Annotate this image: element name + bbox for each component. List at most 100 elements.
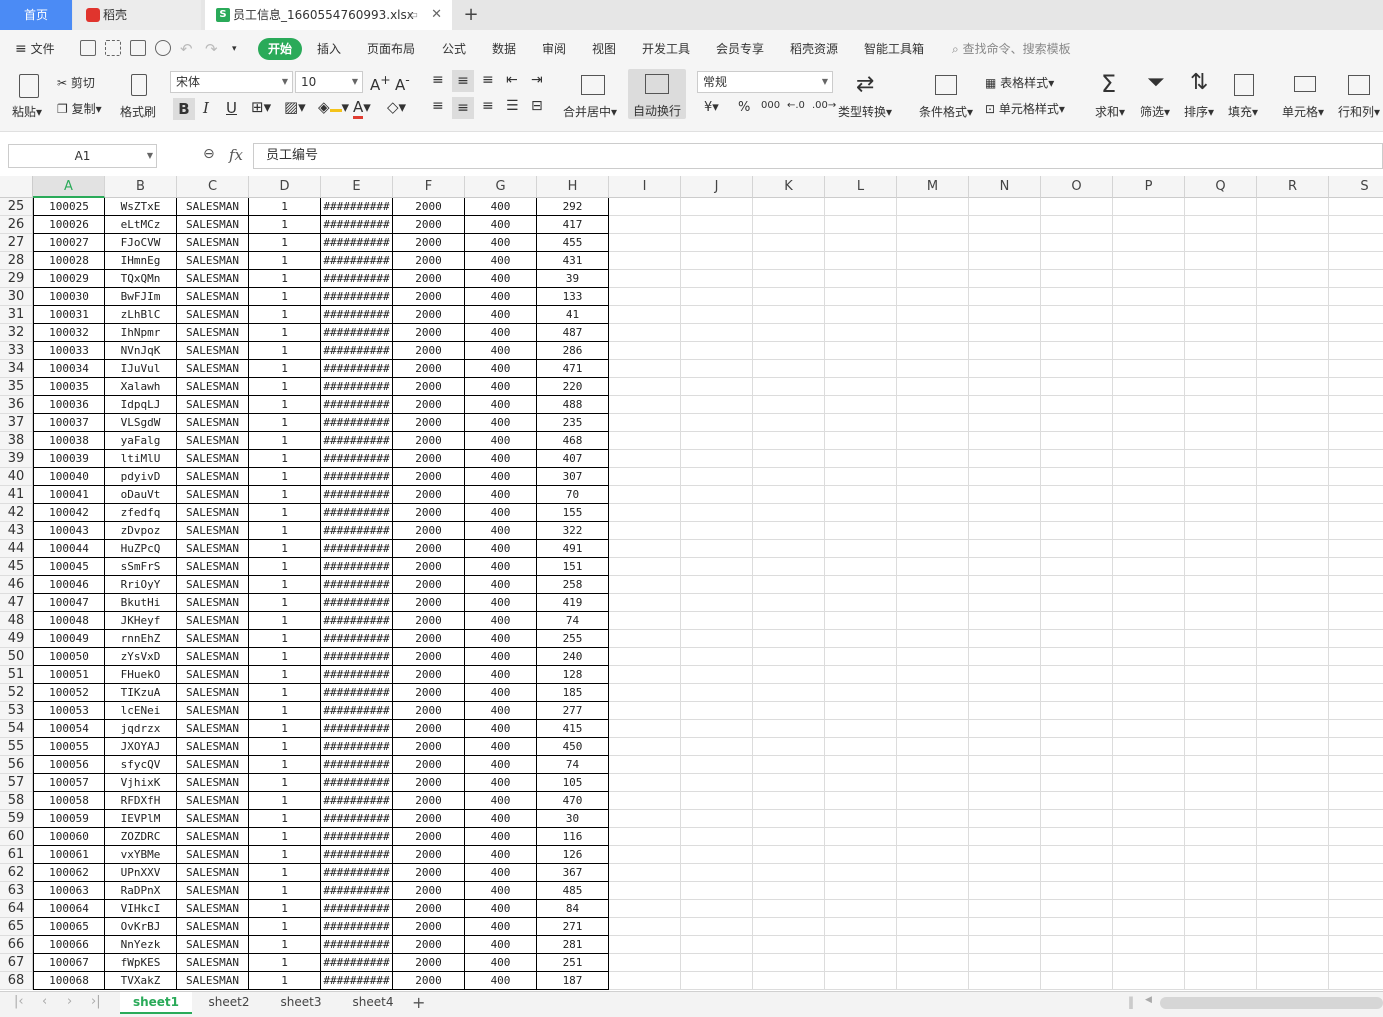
table-cell[interactable]: SALESMAN xyxy=(177,684,249,702)
table-cell[interactable]: ########## xyxy=(321,306,393,324)
column-header-k[interactable]: K xyxy=(753,176,825,198)
empty-cell[interactable] xyxy=(753,450,825,468)
empty-cell[interactable] xyxy=(1113,918,1185,936)
table-cell[interactable]: 400 xyxy=(465,864,537,882)
table-cell[interactable]: 400 xyxy=(465,234,537,252)
split-handle-icon[interactable]: ‖ xyxy=(1128,995,1134,1009)
empty-cell[interactable] xyxy=(1185,486,1257,504)
row-header[interactable]: 35 xyxy=(0,378,33,396)
empty-cell[interactable] xyxy=(897,360,969,378)
empty-cell[interactable] xyxy=(1257,378,1329,396)
table-cell[interactable]: SALESMAN xyxy=(177,252,249,270)
row-header[interactable]: 26 xyxy=(0,216,33,234)
table-cell[interactable]: 400 xyxy=(465,936,537,954)
table-cell[interactable]: TQxQMn xyxy=(105,270,177,288)
table-cell[interactable]: 2000 xyxy=(393,504,465,522)
empty-cell[interactable] xyxy=(1329,882,1383,900)
empty-cell[interactable] xyxy=(1329,918,1383,936)
empty-cell[interactable] xyxy=(969,954,1041,972)
empty-cell[interactable] xyxy=(825,288,897,306)
table-cell[interactable]: 2000 xyxy=(393,594,465,612)
table-cell[interactable]: 1 xyxy=(249,684,321,702)
empty-cell[interactable] xyxy=(1257,306,1329,324)
table-cell[interactable]: 100064 xyxy=(33,900,105,918)
empty-cell[interactable] xyxy=(753,882,825,900)
empty-cell[interactable] xyxy=(969,972,1041,990)
table-cell[interactable]: SALESMAN xyxy=(177,342,249,360)
table-cell[interactable]: 100063 xyxy=(33,882,105,900)
table-cell[interactable]: SALESMAN xyxy=(177,288,249,306)
empty-cell[interactable] xyxy=(969,522,1041,540)
empty-cell[interactable] xyxy=(609,450,681,468)
increase-font-icon[interactable]: A+ xyxy=(370,72,391,94)
empty-cell[interactable] xyxy=(969,684,1041,702)
cut-button[interactable]: ✂ 剪切 xyxy=(57,74,95,91)
table-cell[interactable]: 2000 xyxy=(393,702,465,720)
table-cell[interactable]: SALESMAN xyxy=(177,378,249,396)
empty-cell[interactable] xyxy=(1113,648,1185,666)
table-cell[interactable]: 100036 xyxy=(33,396,105,414)
table-cell[interactable]: 307 xyxy=(537,468,609,486)
empty-cell[interactable] xyxy=(897,306,969,324)
undo-icon[interactable]: ↶ xyxy=(180,39,193,59)
table-cell[interactable]: 2000 xyxy=(393,288,465,306)
empty-cell[interactable] xyxy=(1257,396,1329,414)
table-cell[interactable]: 400 xyxy=(465,306,537,324)
table-cell[interactable]: 2000 xyxy=(393,270,465,288)
empty-cell[interactable] xyxy=(753,594,825,612)
distributed-icon[interactable]: ⊟ xyxy=(531,98,543,114)
table-cell[interactable]: 491 xyxy=(537,540,609,558)
empty-cell[interactable] xyxy=(1329,558,1383,576)
table-cell[interactable]: 2000 xyxy=(393,612,465,630)
empty-cell[interactable] xyxy=(609,234,681,252)
empty-cell[interactable] xyxy=(609,342,681,360)
table-cell[interactable]: 2000 xyxy=(393,720,465,738)
table-cell[interactable]: 1 xyxy=(249,918,321,936)
empty-cell[interactable] xyxy=(1329,648,1383,666)
table-cell[interactable]: 470 xyxy=(537,792,609,810)
empty-cell[interactable] xyxy=(609,648,681,666)
table-cell[interactable]: 400 xyxy=(465,414,537,432)
empty-cell[interactable] xyxy=(1329,612,1383,630)
type-convert-button[interactable]: ⇄ 类型转换▾ xyxy=(838,70,898,122)
table-cell[interactable]: ########## xyxy=(321,594,393,612)
empty-cell[interactable] xyxy=(1113,666,1185,684)
empty-cell[interactable] xyxy=(1113,702,1185,720)
empty-cell[interactable] xyxy=(1185,774,1257,792)
empty-cell[interactable] xyxy=(969,756,1041,774)
table-cell[interactable]: 400 xyxy=(465,342,537,360)
empty-cell[interactable] xyxy=(1257,882,1329,900)
empty-cell[interactable] xyxy=(1185,612,1257,630)
table-cell[interactable]: 100037 xyxy=(33,414,105,432)
empty-cell[interactable] xyxy=(1185,198,1257,216)
table-cell[interactable]: 100062 xyxy=(33,864,105,882)
empty-cell[interactable] xyxy=(969,864,1041,882)
empty-cell[interactable] xyxy=(1041,702,1113,720)
empty-cell[interactable] xyxy=(897,648,969,666)
empty-cell[interactable] xyxy=(1185,810,1257,828)
empty-cell[interactable] xyxy=(897,216,969,234)
table-cell[interactable]: ########## xyxy=(321,900,393,918)
empty-cell[interactable] xyxy=(1041,936,1113,954)
table-cell[interactable]: 400 xyxy=(465,522,537,540)
table-cell[interactable]: 155 xyxy=(537,504,609,522)
empty-cell[interactable] xyxy=(1185,468,1257,486)
font-size-select[interactable]: 10 ▼ xyxy=(295,71,363,93)
empty-cell[interactable] xyxy=(609,630,681,648)
column-header-a[interactable]: A xyxy=(33,176,105,198)
table-cell[interactable]: ########## xyxy=(321,972,393,990)
empty-cell[interactable] xyxy=(1257,486,1329,504)
table-cell[interactable]: JXOYAJ xyxy=(105,738,177,756)
empty-cell[interactable] xyxy=(1257,702,1329,720)
row-header[interactable]: 30 xyxy=(0,288,33,306)
table-cell[interactable]: 400 xyxy=(465,198,537,216)
table-cell[interactable]: 2000 xyxy=(393,396,465,414)
align-bottom-icon[interactable]: ≡ xyxy=(482,72,494,88)
menu-view[interactable]: 视图 xyxy=(592,39,616,59)
table-cell[interactable]: 400 xyxy=(465,792,537,810)
tab-home[interactable]: 首页 xyxy=(0,0,72,30)
number-format-select[interactable]: 常规 ▼ xyxy=(697,71,833,93)
table-cell[interactable]: 2000 xyxy=(393,342,465,360)
empty-cell[interactable] xyxy=(1113,954,1185,972)
empty-cell[interactable] xyxy=(1257,522,1329,540)
